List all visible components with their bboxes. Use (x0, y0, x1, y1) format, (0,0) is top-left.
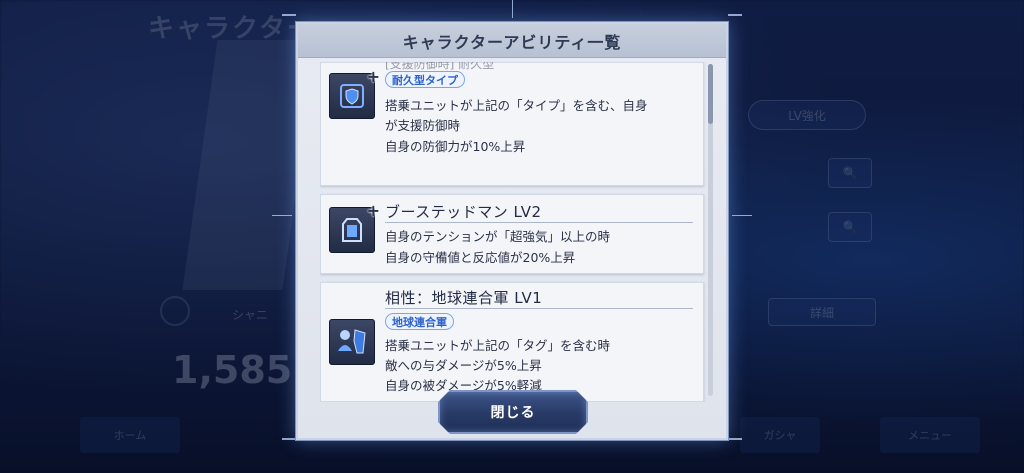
ability-list-scrollbar[interactable] (708, 64, 713, 396)
plus-icon: + (366, 201, 380, 220)
ability-card: + ブーステッドマン LV2 自身のテンションが「超強気」以上の時 自身の守備値… (320, 194, 704, 274)
ability-title: ブーステッドマン LV2 (385, 203, 542, 221)
ability-description: 自身のテンションが「超強気」以上の時 (385, 229, 611, 244)
frame-side-right (732, 215, 752, 216)
pilot-mech-icon (329, 319, 375, 365)
modal-header: キャラクターアビリティ一覧 (298, 24, 726, 58)
modal-title: キャラクターアビリティ一覧 (402, 32, 622, 52)
ability-list[interactable]: + [支援防御時] 耐久型 耐久型タイプ 搭乗ユニットが上記の「タイプ」を含む、… (320, 62, 710, 402)
frame-corner-tl (282, 14, 296, 16)
ability-tag: 耐久型タイプ (385, 71, 465, 88)
ability-title: 相性：地球連合軍 LV1 (385, 289, 543, 307)
title-divider (385, 308, 693, 309)
frame-corner-tr (728, 14, 742, 16)
ability-card: + [支援防御時] 耐久型 耐久型タイプ 搭乗ユニットが上記の「タイプ」を含む、… (320, 62, 704, 186)
frame-corner-br (728, 438, 742, 440)
ability-description: 自身の守備値と反応値が20%上昇 (385, 250, 576, 265)
ability-description: が支援防御時 (385, 118, 461, 133)
ability-tag: 地球連合軍 (385, 313, 454, 330)
ability-list-modal: キャラクターアビリティ一覧 + [支援防御時] 耐久型 耐久型タイプ 搭乗ユニッ… (296, 22, 728, 440)
ability-card: 相性：地球連合軍 LV1 地球連合軍 搭乗ユニットが上記の「タグ」を含む時 敵へ… (320, 282, 704, 402)
close-button-label: 閉じる (490, 405, 536, 421)
ability-description: 搭乗ユニットが上記の「タグ」を含む時 (385, 338, 611, 353)
frame-corner-bl (282, 438, 296, 440)
frame-side-left (272, 215, 292, 216)
ability-description: 敵への与ダメージが5%上昇 (385, 358, 542, 373)
plus-icon: + (366, 67, 380, 86)
ability-description: 自身の防御力が10%上昇 (385, 139, 526, 154)
capsule-plus-icon: + (329, 201, 380, 253)
ability-description: 搭乗ユニットが上記の「タイプ」を含む、自身 (385, 98, 648, 113)
title-divider (385, 222, 693, 223)
scrollbar-thumb[interactable] (708, 64, 713, 124)
close-button[interactable]: 閉じる (438, 390, 588, 434)
frame-top-center (512, 0, 513, 18)
shield-plus-icon: + (329, 67, 380, 119)
